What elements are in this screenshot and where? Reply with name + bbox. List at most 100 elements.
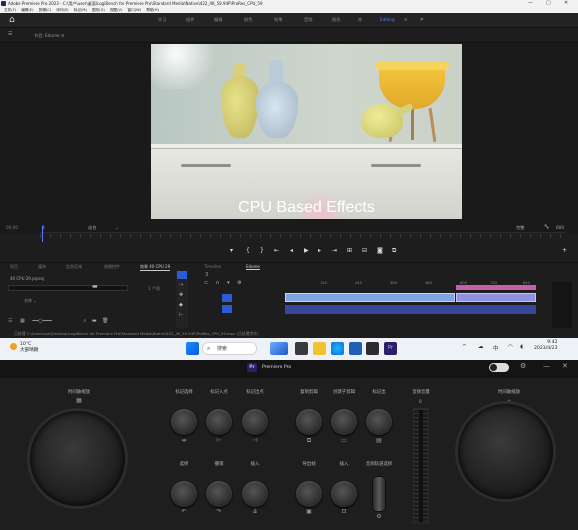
zoom-chevron-icon[interactable]: ⌄: [115, 225, 119, 230]
create-subclip-button[interactable]: [331, 409, 357, 435]
insert-2-button[interactable]: [331, 481, 357, 507]
menu-help[interactable]: 帮助(H): [146, 8, 159, 12]
wifi-icon[interactable]: ◠: [508, 344, 513, 350]
ime-icon[interactable]: 中: [493, 344, 499, 352]
insert-icon[interactable]: ⊞: [347, 247, 352, 254]
tab-info[interactable]: 信息区域: [66, 264, 82, 270]
wrench-settings-icon[interactable]: ⚙: [237, 280, 241, 286]
overwrite-icon[interactable]: ⊟: [362, 247, 367, 254]
export-frame-button[interactable]: [296, 481, 322, 507]
ripple-edit-tool-icon[interactable]: ✥: [179, 292, 183, 298]
video-clip-2[interactable]: fx ProRes422 1080 59.94fps.mov: [456, 293, 536, 310]
insert-button[interactable]: [242, 481, 268, 507]
list-view-icon[interactable]: ☰: [8, 318, 12, 324]
workspace-tab-effects[interactable]: 效果: [274, 17, 282, 23]
in-point-icon[interactable]: {: [246, 247, 250, 254]
mark-out-button[interactable]: [242, 409, 268, 435]
track-select-tool-icon[interactable]: ⇢: [179, 282, 183, 288]
add-button-icon[interactable]: +: [562, 247, 567, 254]
right-big-dial[interactable]: [458, 404, 553, 499]
snap-icon[interactable]: ⊂: [204, 280, 208, 286]
playhead[interactable]: [42, 226, 43, 242]
v1-track-target[interactable]: [222, 294, 232, 302]
audio-track-roller[interactable]: [372, 476, 386, 512]
compare-icon[interactable]: ⧉: [392, 247, 396, 255]
timeline-tab-label[interactable]: Timeline: [204, 264, 221, 269]
play-icon[interactable]: ▶: [304, 247, 309, 254]
timecode-right[interactable]: 600: [556, 225, 564, 230]
start-icon[interactable]: [186, 342, 199, 355]
camera-icon[interactable]: ◙: [377, 247, 383, 254]
tab-media[interactable]: 媒体: [38, 264, 46, 270]
widgets-icon[interactable]: [270, 342, 288, 355]
minimize-icon[interactable]: —: [543, 362, 550, 370]
duplicate-clip-button[interactable]: [296, 409, 322, 435]
premiere-taskbar-icon[interactable]: Pr: [384, 342, 397, 355]
workspace-tab-color[interactable]: 颜色: [244, 17, 252, 23]
task-view-icon[interactable]: [295, 342, 308, 355]
clock[interactable]: 9:42 2023/4/23: [534, 340, 558, 352]
zoom-slider[interactable]: ━━○━━━: [32, 318, 51, 324]
cloud-icon[interactable]: ☁: [478, 344, 484, 350]
workspace-tab-menu[interactable]: ≡: [404, 17, 408, 22]
home-icon[interactable]: ⌂: [9, 15, 15, 25]
edge-icon[interactable]: [331, 342, 344, 355]
close-button[interactable]: ✕: [564, 0, 568, 7]
go-to-in-icon[interactable]: ⇤: [274, 247, 279, 254]
name-column-header[interactable]: 名称 ⌄: [24, 298, 37, 304]
speaker-icon[interactable]: ◖: [520, 344, 523, 350]
menu-window[interactable]: 窗口(W): [128, 8, 142, 12]
workspace-tab-graphics[interactable]: 图形: [332, 17, 340, 23]
mark-selection-button[interactable]: [171, 409, 197, 435]
step-back-icon[interactable]: ◂: [290, 247, 293, 254]
workspace-tab-audio[interactable]: 音频: [304, 17, 312, 23]
go-to-out-icon[interactable]: ⇥: [332, 247, 337, 254]
console-app-icon[interactable]: [366, 342, 379, 355]
video-clip-1[interactable]: fx ProRes422 1080 59.94fps.mov [V]: [285, 293, 455, 310]
audio-clip[interactable]: [285, 305, 536, 314]
razor-tool-icon[interactable]: ◆: [179, 302, 183, 308]
menu-marker[interactable]: 标记(M): [74, 8, 87, 12]
new-bin-icon[interactable]: ▬: [92, 318, 97, 324]
timecode-left[interactable]: 00;00: [6, 225, 18, 230]
a1-track-target[interactable]: [222, 305, 232, 313]
selection-tool[interactable]: [177, 271, 187, 279]
select-button[interactable]: [171, 481, 197, 507]
timeline-timecode[interactable]: 3: [205, 272, 208, 278]
out-point-icon[interactable]: }: [260, 247, 264, 254]
maximize-button[interactable]: ▢: [546, 0, 551, 7]
tray-overflow-icon[interactable]: ^: [462, 344, 467, 350]
store-icon[interactable]: [349, 342, 362, 355]
taskbar-search[interactable]: ⌕ 搜索: [202, 342, 257, 355]
program-monitor-label[interactable]: 节目: Edome ≡: [34, 33, 64, 39]
marker-icon[interactable]: ▾: [230, 247, 233, 254]
tab-project[interactable]: 项目: [10, 264, 18, 270]
icon-view-icon[interactable]: ▦: [20, 318, 25, 324]
slip-tool-icon[interactable]: ⊢: [179, 312, 183, 318]
workspace-tab-edit[interactable]: 编辑: [214, 17, 222, 23]
quality-dropdown[interactable]: 完整: [516, 225, 524, 231]
gear-icon[interactable]: ⚙: [520, 362, 526, 370]
panel-menu-icon[interactable]: ☰: [8, 31, 12, 37]
zoom-dropdown[interactable]: 适合: [88, 225, 96, 231]
mark-in-button[interactable]: [206, 409, 232, 435]
workspace-tab-assembly[interactable]: 组件: [186, 17, 194, 23]
menu-file[interactable]: 文件(F): [4, 8, 16, 12]
menu-sequence[interactable]: 序列(S): [56, 8, 68, 12]
weather-sun-icon[interactable]: [10, 343, 17, 350]
search-icon[interactable]: ⌕: [83, 318, 86, 324]
trash-icon[interactable]: 🗑: [102, 318, 108, 324]
workspace-tab-editing[interactable]: Editing: [380, 17, 395, 22]
menu-view[interactable]: 视图(V): [110, 8, 122, 12]
minimize-button[interactable]: —: [528, 0, 533, 7]
file-explorer-icon[interactable]: [313, 342, 326, 355]
tab-effect-controls[interactable]: 效果控件: [104, 264, 120, 270]
left-big-dial[interactable]: [30, 411, 125, 506]
workspace-tab-library[interactable]: 库: [358, 17, 362, 23]
menu-graphics[interactable]: 图形(G): [92, 8, 105, 12]
wrench-icon[interactable]: 🔧: [544, 224, 549, 230]
folder-icon[interactable]: ▬: [92, 283, 98, 290]
link-icon[interactable]: ∩: [216, 280, 220, 286]
weather-widget[interactable]: 10°C 大部晴朗: [20, 342, 38, 354]
menu-clip[interactable]: 剪辑(C): [39, 8, 52, 12]
